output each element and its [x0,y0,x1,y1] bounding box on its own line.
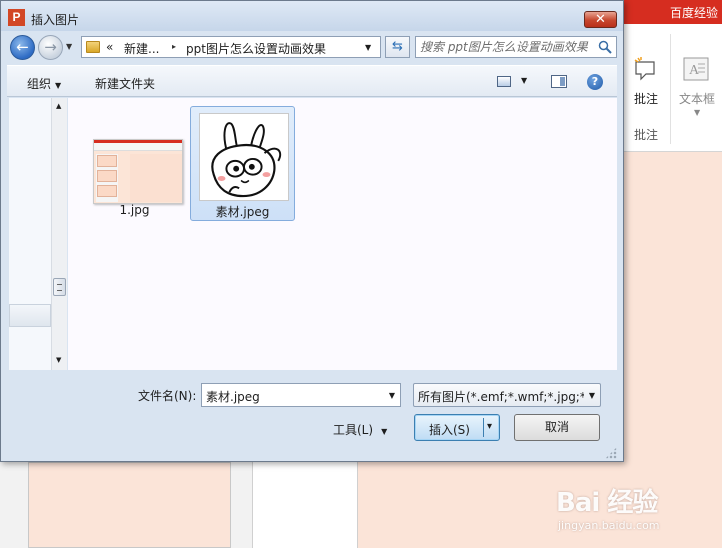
breadcrumb-separator[interactable]: ▸ [172,42,176,51]
baidu-watermark: Bai 经验 jingyan.baidu.com [556,482,660,532]
powerpoint-app-icon: P [8,9,25,26]
address-dropdown-icon[interactable]: ▼ [365,43,371,52]
thumb-ribbon [94,143,182,151]
ribbon-separator [670,34,671,144]
navigation-pane[interactable] [9,98,51,370]
breadcrumb-overflow[interactable]: « [106,40,113,54]
thumb-slide [97,185,117,197]
command-toolbar: 组织 ▼ 新建文件夹 ▼ ? [7,65,617,97]
dialog-titlebar[interactable]: P 插入图片 ✕ [1,1,623,31]
file-name: 1.jpg [119,203,150,217]
back-button[interactable]: ← [10,35,35,60]
filename-label: 文件名(N): [138,389,197,403]
file-thumbnail [91,113,183,204]
view-options-dropdown-icon[interactable]: ▼ [521,76,527,85]
search-icon[interactable] [598,40,612,54]
file-name: 素材.jpeg [215,205,270,219]
scroll-up-icon[interactable]: ▲ [56,102,61,110]
breadcrumb-current[interactable]: ppt图片怎么设置动画效果 [186,40,326,57]
tools-menu-button[interactable]: 工具(L) ▼ [333,421,387,438]
filename-field[interactable]: 素材.jpeg ▼ [201,383,401,407]
file-list[interactable]: 1.jpg 素材.jpeg [68,98,617,370]
navigation-bar: ← → ▼ « 新建... ▸ ppt图片怎么设置动画效果 ▼ ⇆ [7,33,619,61]
powerpoint-ribbon: 批注 批注 A 文本框 ▼ [620,24,722,152]
organize-dropdown-icon: ▼ [55,81,62,90]
dialog-title: 插入图片 [31,13,80,27]
change-view-icon[interactable] [497,76,511,87]
textbox-label[interactable]: 文本框 [679,90,715,107]
forward-arrow-icon: → [44,38,57,56]
refresh-button[interactable]: ⇆ [385,36,410,58]
file-item-1jpg[interactable]: 1.jpg [82,106,187,221]
preview-pane-icon[interactable] [551,75,567,88]
comment-group-label: 批注 [634,128,659,142]
thumb-slide [97,170,117,182]
help-icon[interactable]: ? [587,74,603,90]
back-arrow-icon: ← [16,38,29,56]
insert-options-dropdown-icon[interactable]: ▾ [487,421,492,432]
slide-thumbnail[interactable] [28,462,231,548]
powerpoint-title-bar: 百度经验 [620,0,722,24]
powerpoint-title-text: 百度经验 [669,6,718,20]
new-comment-icon[interactable] [632,56,658,82]
organize-menu[interactable]: 组织 ▼ [27,75,61,92]
recent-locations-dropdown-icon[interactable]: ▼ [66,42,72,51]
rabbit-sticker-thumbnail [199,113,289,201]
new-folder-button[interactable]: 新建文件夹 [95,75,155,92]
search-input[interactable] [420,39,592,55]
insert-picture-dialog: P 插入图片 ✕ ← → ▼ « 新建... ▸ ppt图片怎么设置动画效果 ▼… [0,0,624,462]
insert-label: 插入(S) [429,423,470,437]
folder-icon [86,41,100,53]
tools-label: 工具(L) [333,423,374,437]
cancel-button[interactable]: 取消 [514,414,600,441]
textbox-dropdown-icon[interactable]: ▼ [694,108,700,117]
file-item-sucai-jpeg[interactable]: 素材.jpeg [190,106,295,221]
watermark-brand: Bai 经验 [556,488,658,518]
watermark-site: jingyan.baidu.com [558,519,660,532]
powerpoint-screenshot-thumbnail [93,139,183,204]
textbox-icon[interactable]: A [682,56,710,82]
insert-split-divider [483,418,484,437]
refresh-icon: ⇆ [392,39,403,54]
organize-label: 组织 [27,77,52,91]
insert-button[interactable]: 插入(S) ▾ [414,414,500,441]
address-bar[interactable]: « 新建... ▸ ppt图片怎么设置动画效果 ▼ [81,36,381,58]
resize-grip-icon[interactable] [605,447,617,459]
tools-dropdown-icon: ▼ [381,427,388,436]
file-type-value[interactable]: 所有图片(*.emf;*.wmf;*.jpg;*.jp [418,388,584,405]
close-button[interactable]: ✕ [584,11,617,28]
new-comment-label[interactable]: 批注 [634,90,658,107]
panel-divider [252,460,358,548]
navigation-pane-selected-item[interactable] [9,304,51,327]
breadcrumb-parent[interactable]: 新建... [124,40,159,57]
thumb-canvas [130,154,182,202]
filename-value[interactable]: 素材.jpeg [206,388,260,405]
scroll-down-icon[interactable]: ▼ [56,356,61,364]
svg-text:A: A [689,63,700,78]
forward-button[interactable]: → [38,35,63,60]
file-type-select[interactable]: 所有图片(*.emf;*.wmf;*.jpg;*.jp ▼ [413,383,601,407]
filename-dropdown-icon[interactable]: ▼ [389,391,395,400]
file-type-dropdown-icon[interactable]: ▼ [589,391,595,400]
thumb-slide [97,155,117,167]
navigation-pane-scrollbar[interactable]: ▲ ▼ [51,98,67,370]
search-box[interactable] [415,36,617,58]
scrollbar-thumb[interactable] [53,278,66,296]
file-thumbnail [199,113,289,201]
